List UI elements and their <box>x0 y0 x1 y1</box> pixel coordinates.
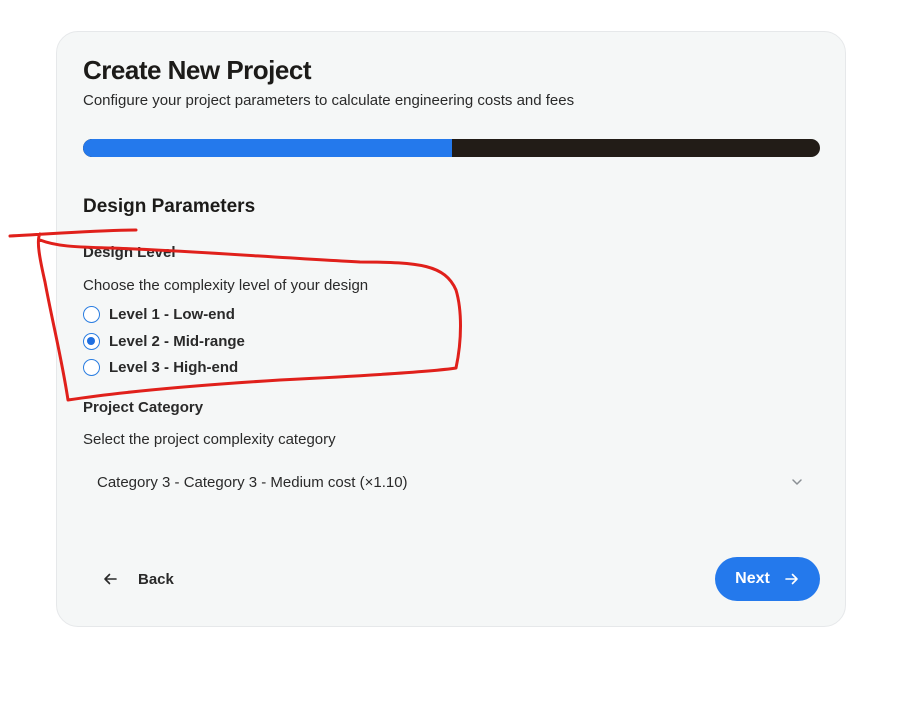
chevron-down-icon <box>792 479 802 485</box>
design-level-description: Choose the complexity level of your desi… <box>83 277 369 294</box>
project-category-select[interactable]: Category 3 - Category 3 - Medium cost (×… <box>83 461 820 503</box>
radio-option-level-3[interactable]: Level 3 - High-end <box>83 357 238 377</box>
arrow-left-icon <box>104 573 117 585</box>
progress-bar-fill <box>83 139 452 157</box>
design-level-label: Design Level <box>83 244 176 261</box>
radio-option-level-1[interactable]: Level 1 - Low-end <box>83 304 235 324</box>
back-button[interactable]: Back <box>90 559 186 599</box>
radio-button-level-1[interactable] <box>83 305 100 323</box>
radio-button-level-2[interactable] <box>83 332 100 350</box>
page-subtitle: Configure your project parameters to cal… <box>83 92 575 109</box>
back-button-label: Back <box>138 570 174 588</box>
radio-button-level-3[interactable] <box>83 358 100 376</box>
project-category-description: Select the project complexity category <box>83 431 336 448</box>
radio-option-level-2[interactable]: Level 2 - Mid-range <box>83 331 245 351</box>
radio-label-level-2: Level 2 - Mid-range <box>109 332 245 350</box>
arrow-right-icon <box>785 573 798 585</box>
radio-label-level-3: Level 3 - High-end <box>109 358 239 376</box>
section-title: Design Parameters <box>83 196 256 217</box>
next-button[interactable]: Next <box>715 557 820 601</box>
page-title: Create New Project <box>83 55 311 85</box>
progress-bar <box>83 139 820 157</box>
project-form-card <box>56 31 846 627</box>
radio-label-level-1: Level 1 - Low-end <box>109 305 235 323</box>
project-category-label: Project Category <box>83 399 204 416</box>
next-button-label: Next <box>735 570 770 587</box>
project-category-selected-value: Category 3 - Category 3 - Medium cost (×… <box>97 473 408 491</box>
